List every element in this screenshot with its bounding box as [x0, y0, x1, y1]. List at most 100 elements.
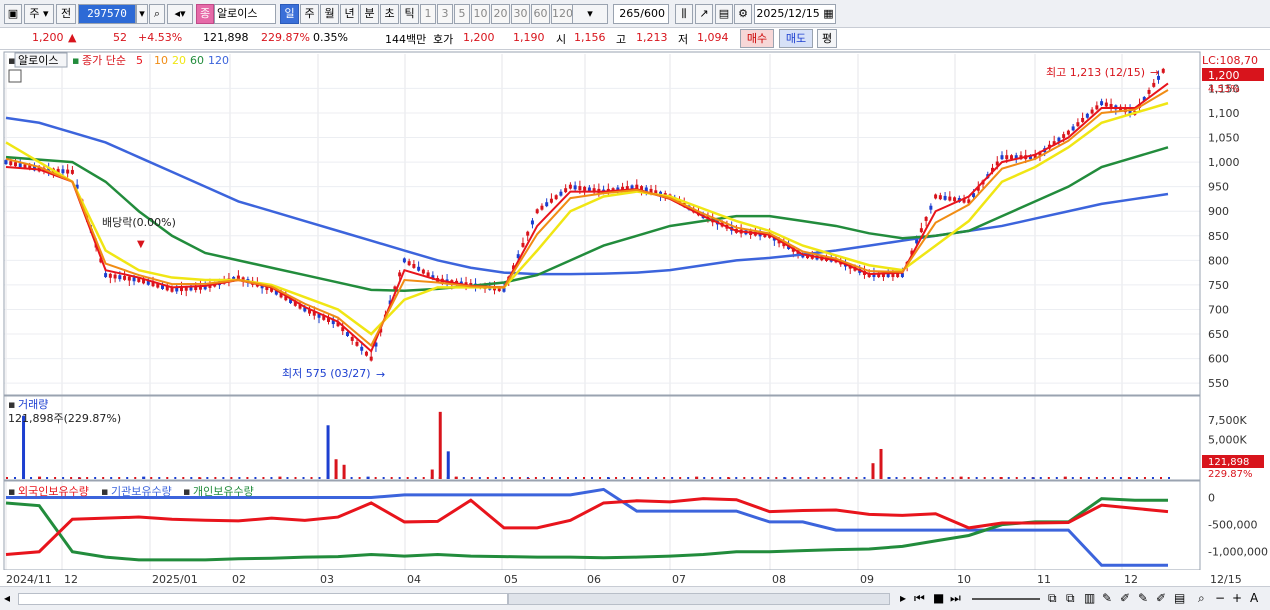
volume-bar — [38, 476, 42, 479]
candle-body — [530, 220, 534, 225]
eval-button[interactable]: 평 — [817, 29, 837, 48]
candle-body — [1085, 113, 1089, 118]
current-pct-tag: 4.53% — [1208, 84, 1240, 95]
open-label: 시 — [556, 33, 567, 46]
period-button-6[interactable]: 틱 — [400, 4, 419, 24]
period-button-0[interactable]: 일 — [280, 4, 299, 24]
price-panel-name: 알로이스 — [18, 53, 58, 67]
sell-button[interactable]: 매도 — [779, 29, 813, 48]
volume-bar-small — [831, 477, 834, 479]
layout-icon[interactable]: ▣ — [4, 4, 22, 24]
candle-body — [421, 269, 425, 274]
count-total: /600 — [640, 7, 665, 20]
turnover-rate: 0.35% — [313, 31, 348, 44]
stock-chart[interactable]: 1,1501,1001,0501,00095090085080075070065… — [0, 50, 1270, 586]
volume-bar-small — [302, 477, 305, 479]
interval-button-7[interactable]: 120 — [551, 4, 573, 24]
candle-body — [564, 188, 568, 193]
calculator-icon[interactable] — [8, 69, 22, 83]
prefix-button[interactable]: 전 — [56, 4, 76, 24]
draw-tool-icon[interactable]: ↗ — [695, 4, 713, 24]
font-size-icon[interactable]: A — [1250, 591, 1258, 605]
interval-button-6[interactable]: 60 — [531, 4, 550, 24]
save-icon[interactable]: ▤ — [715, 4, 733, 24]
draw-e-icon[interactable]: ▤ — [1174, 591, 1185, 605]
volume-bar — [334, 459, 338, 479]
play-icon[interactable]: ▸ — [900, 591, 906, 605]
price-y-tick-11: 600 — [1208, 353, 1229, 366]
interval-button-1[interactable]: 3 — [437, 4, 453, 24]
x-tick-3: 02 — [232, 573, 246, 586]
draw-a-icon[interactable]: ✎ — [1102, 591, 1112, 605]
x-tick-7: 06 — [587, 573, 601, 586]
layout-a-icon[interactable]: ⧉ — [1048, 591, 1057, 605]
draw-b-icon[interactable]: ✐ — [1120, 591, 1130, 605]
panel-icon[interactable]: ▪ — [8, 54, 15, 67]
volume-bar-small — [270, 477, 273, 479]
dividend-annotation: 배당락(0.00%) — [102, 216, 176, 229]
candle-type-icon[interactable]: ⫼ — [675, 4, 693, 24]
candle-body — [583, 186, 587, 191]
low-label: 저 — [678, 33, 689, 46]
period-button-1[interactable]: 주 — [300, 4, 319, 24]
stock-name-field[interactable]: 알로이스 — [214, 4, 276, 24]
candle-body — [938, 195, 942, 200]
scrollbar-track[interactable] — [18, 593, 508, 605]
step-forward-icon[interactable]: ⏭ — [950, 591, 961, 605]
scroll-left-icon[interactable]: ◂ — [4, 591, 10, 605]
draw-c-icon[interactable]: ✎ — [1138, 591, 1148, 605]
open-price: 1,156 — [574, 31, 606, 44]
layout-b-icon[interactable]: ⧉ — [1066, 591, 1075, 605]
zoom-out-icon[interactable]: − — [1215, 591, 1225, 605]
volume-bar-small — [150, 477, 153, 479]
period-button-2[interactable]: 월 — [320, 4, 339, 24]
volume-bar-small — [318, 477, 321, 479]
period-button-4[interactable]: 분 — [360, 4, 379, 24]
speaker-icon[interactable]: ◂▾ — [167, 4, 193, 24]
interval-button-3[interactable]: 10 — [471, 4, 490, 24]
buy-button[interactable]: 매수 — [740, 29, 774, 48]
candle-body — [929, 205, 933, 210]
search-icon[interactable]: ⌕ — [149, 4, 165, 24]
period-button-3[interactable]: 년 — [340, 4, 359, 24]
draw-d-icon[interactable]: ✐ — [1156, 591, 1166, 605]
holdings-legend-2: 개인보유수량 — [193, 485, 254, 498]
volume-bar-small — [94, 477, 97, 479]
speed-slider[interactable] — [972, 598, 1040, 600]
candle-body — [948, 196, 952, 201]
gear-icon[interactable]: ⚙ — [734, 4, 752, 24]
period-button-5[interactable]: 초 — [380, 4, 399, 24]
volume-bar-small — [494, 477, 497, 479]
volume-bar — [446, 451, 450, 479]
candle-body — [402, 258, 406, 263]
volume-bar-small — [382, 477, 385, 479]
x-tick-13: 12 — [1124, 573, 1138, 586]
date-field[interactable]: 2025/12/15 ▦ — [754, 4, 836, 24]
market-select[interactable]: 주 ▾ — [24, 4, 54, 24]
scrollbar-thumb[interactable] — [508, 593, 890, 605]
volume-bar-small — [791, 477, 794, 479]
candle-body — [412, 263, 416, 268]
stock-code-input[interactable]: 297570 — [78, 4, 136, 24]
volume-bar-small — [719, 477, 722, 479]
volume-bar-small — [855, 477, 858, 479]
price-y-tick-9: 700 — [1208, 303, 1229, 316]
step-back-icon[interactable]: ⏮ — [914, 591, 925, 605]
interval-button-2[interactable]: 5 — [454, 4, 470, 24]
interval-dropdown[interactable]: ▾ — [572, 4, 608, 24]
layout-c-icon[interactable]: ▥ — [1084, 591, 1095, 605]
zoom-in-icon[interactable]: + — [1232, 591, 1242, 605]
price-y-tick-5: 900 — [1208, 205, 1229, 218]
candle-body — [18, 163, 22, 168]
zoom-icon[interactable]: ⌕ — [1198, 591, 1205, 605]
chevron-down-icon[interactable]: ▾ — [136, 4, 148, 24]
stop-icon[interactable]: ■ — [933, 591, 944, 605]
price-y-tick-4: 950 — [1208, 181, 1229, 194]
interval-button-5[interactable]: 30 — [511, 4, 530, 24]
toolbar: ▣ 주 ▾ 전 297570 ▾ ⌕ ◂▾ 종 알로이스 일주월년분초틱 135… — [0, 0, 1270, 28]
candle-body — [355, 341, 359, 346]
volume-bar-small — [350, 477, 353, 479]
interval-button-0[interactable]: 1 — [420, 4, 436, 24]
interval-button-4[interactable]: 20 — [491, 4, 510, 24]
volume-bar — [278, 476, 282, 479]
